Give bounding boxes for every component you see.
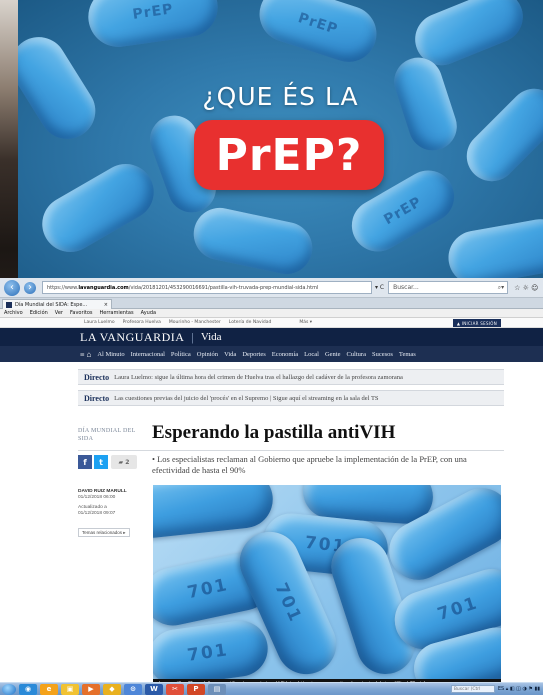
menu-bar: Archivo Edición Ver Favoritos Herramient…: [0, 309, 543, 318]
back-arrow-icon[interactable]: ‹: [4, 279, 20, 296]
url-field[interactable]: https://www. lavanguardia.com/vida/201812…: [42, 281, 372, 294]
site-header: LA VANGUARDIA | Vida: [0, 328, 543, 346]
taskbar-app-icon[interactable]: ✂: [166, 683, 184, 695]
live-banner[interactable]: Directo Laura Luelmo: sigue la última ho…: [78, 369, 504, 385]
section-title[interactable]: Vida: [201, 331, 222, 343]
refresh-icon[interactable]: ▾ C: [375, 284, 384, 291]
taskbar-app-icon[interactable]: P: [187, 683, 205, 695]
pill-image: PrEP: [84, 0, 222, 51]
site-favicon-icon: [6, 301, 12, 308]
url-path: /vida/20181201/453290016691/pastilla-vih…: [128, 284, 319, 291]
article-headline: Esperando la pastilla antiVIH: [152, 422, 396, 443]
toolbar-icons[interactable]: ☆ ☼ ☺: [514, 284, 538, 292]
tab-strip: Día Mundial del SIDA: Espe... ×: [0, 298, 543, 309]
banner-badge: PrEP?: [194, 120, 384, 190]
taskbar-app-icon[interactable]: ◆: [103, 683, 121, 695]
divider: [78, 450, 504, 451]
pill-image: [188, 203, 318, 278]
banner-question: ¿QUE ÉS LA: [202, 82, 359, 111]
system-tray: Buscar (Ctrl ES ▴ ◧ ◫ ◑ ⚑ ▮▮: [450, 685, 540, 693]
menu-item-archivo[interactable]: Archivo: [4, 310, 23, 316]
article-date: 01/12/2018 06:00: [78, 495, 116, 500]
taskbar-app-icon[interactable]: W: [145, 683, 163, 695]
menu-item-herramientas[interactable]: Herramientas: [100, 310, 134, 316]
facebook-share-icon[interactable]: f: [78, 455, 92, 469]
nav-item[interactable]: Internacional: [131, 351, 165, 358]
screenshot-root: PrEP PrEP PrEP ¿QUE ÉS LA PrEP? ‹ › http…: [0, 0, 543, 695]
close-icon[interactable]: ×: [104, 302, 108, 308]
nav-item[interactable]: Política: [171, 351, 191, 358]
tray-icons[interactable]: ES ▴ ◧ ◫ ◑ ⚑ ▮▮: [498, 686, 540, 692]
article-photo[interactable]: 701 701 701 701 701: [153, 485, 501, 681]
taskbar-app-icon[interactable]: ▣: [61, 683, 79, 695]
comment-icon: ▰: [118, 458, 126, 466]
nav-item[interactable]: Local: [304, 351, 319, 358]
taskbar-app-icon[interactable]: ◉: [19, 683, 37, 695]
menu-home-icon[interactable]: ≡ ⌂: [80, 350, 91, 359]
comments-button[interactable]: ▰ 2: [111, 455, 137, 469]
start-button[interactable]: [2, 683, 16, 695]
article-section-label[interactable]: DÍA MUNDIAL DEL SIDA: [78, 427, 148, 443]
site-nav: ≡ ⌂ Al Minuto Internacional Política Opi…: [0, 346, 543, 362]
taskbar-app-icon[interactable]: ▶: [82, 683, 100, 695]
forward-arrow-icon[interactable]: ›: [24, 281, 36, 294]
article-standfirst: • Los especialistas reclaman al Gobierno…: [152, 454, 467, 475]
nav-item[interactable]: Vida: [224, 351, 236, 358]
taskbar-search-input[interactable]: Buscar (Ctrl: [450, 685, 495, 693]
nav-item[interactable]: Cultura: [346, 351, 366, 358]
taskbar-app-icon[interactable]: ⊙: [124, 683, 142, 695]
nav-item[interactable]: Sucesos: [372, 351, 393, 358]
nav-item[interactable]: Gente: [325, 351, 341, 358]
nav-item[interactable]: Opinión: [197, 351, 218, 358]
pill-image: [32, 153, 164, 263]
trending-more[interactable]: Más ▾: [299, 320, 312, 325]
site-logo[interactable]: LA VANGUARDIA: [80, 330, 184, 345]
twitter-share-icon[interactable]: t: [94, 455, 108, 469]
live-text: Las cuestiones previas del juicio del 'p…: [114, 394, 379, 402]
comments-count: 2: [125, 458, 130, 466]
menu-item-edicion[interactable]: Edición: [30, 310, 48, 316]
search-input[interactable]: Buscar... ⌕▾: [388, 281, 509, 294]
pill-imprint: PrEP: [296, 10, 340, 38]
url-prefix: https://www.: [47, 284, 79, 291]
taskbar-app-icon[interactable]: e: [40, 683, 58, 695]
banner-badge-text: PrEP?: [215, 129, 363, 181]
nav-item[interactable]: Al Minuto: [97, 351, 124, 358]
trending-item[interactable]: Laura Luelmo: [84, 320, 115, 325]
prep-banner: PrEP PrEP PrEP ¿QUE ÉS LA PrEP?: [18, 0, 543, 278]
header-separator: |: [191, 329, 194, 344]
search-icon[interactable]: ⌕▾: [498, 284, 504, 292]
pill-image: [153, 485, 276, 541]
tab-title: Día Mundial del SIDA: Espe...: [15, 301, 88, 308]
tab-active[interactable]: Día Mundial del SIDA: Espe... ×: [2, 299, 112, 309]
url-domain: lavanguardia.com: [78, 284, 129, 291]
updated-date: 01/12/2018 09:07: [78, 511, 116, 516]
login-button[interactable]: ▲ INICIAR SESIÓN: [452, 319, 501, 327]
live-text: Laura Luelmo: sigue la última hora del c…: [114, 373, 403, 381]
menu-item-ver[interactable]: Ver: [55, 310, 63, 316]
menu-item-ayuda[interactable]: Ayuda: [141, 310, 156, 316]
pill-image: [444, 214, 543, 278]
browser-window: ‹ › https://www. lavanguardia.com/vida/20…: [0, 278, 543, 695]
live-banner[interactable]: Directo Las cuestiones previas del juici…: [78, 390, 504, 406]
trending-bar: Laura Luelmo Profesora Huelva Mourinho -…: [0, 318, 543, 328]
pill-image: PrEP: [252, 0, 384, 70]
taskbar-app-icon[interactable]: ▤: [208, 683, 226, 695]
nav-item[interactable]: Temas: [399, 351, 416, 358]
live-tag: Directo: [84, 393, 110, 403]
trending-item[interactable]: Profesora Huelva: [123, 320, 161, 325]
trending-item[interactable]: Mourinho - Manchester: [169, 320, 221, 325]
search-placeholder: Buscar...: [393, 284, 419, 291]
nav-item[interactable]: Deportes: [242, 351, 265, 358]
live-tag: Directo: [84, 372, 110, 382]
menu-item-favoritos[interactable]: Favoritos: [70, 310, 93, 316]
related-topics-button[interactable]: Temas relacionados ▸: [78, 528, 130, 537]
nav-item[interactable]: Economía: [272, 351, 298, 358]
address-row: ‹ › https://www. lavanguardia.com/vida/20…: [0, 278, 543, 298]
pill-imprint: PrEP: [131, 1, 175, 23]
trending-item[interactable]: Lotería de Navidad: [229, 320, 272, 325]
taskbar: ◉ e ▣ ▶ ◆ ⊙ W ✂ P ▤ Buscar (Ctrl ES ▴ ◧ …: [0, 682, 543, 695]
